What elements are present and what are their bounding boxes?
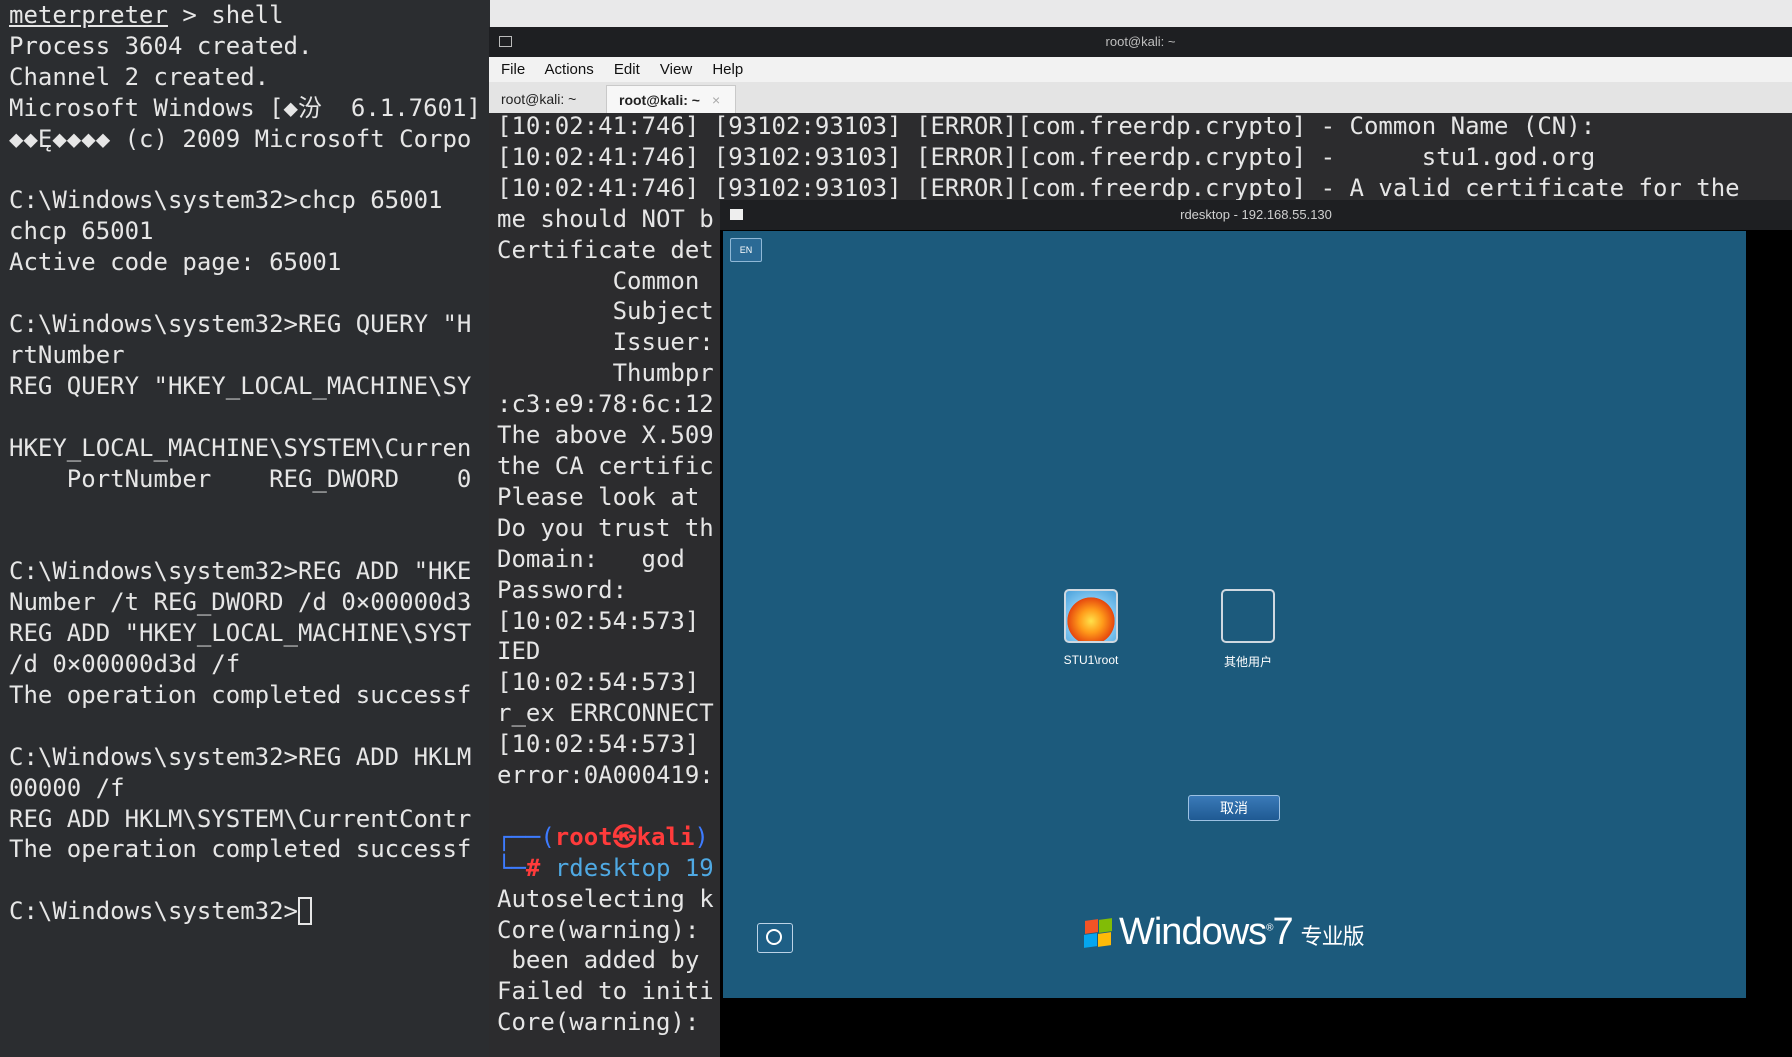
background-browser-strip — [380, 0, 1792, 28]
shell-line: chcp 65001 — [9, 217, 154, 246]
rdesktop-window[interactable]: rdesktop - 192.168.55.130 EN STU1\root 其… — [720, 200, 1792, 1057]
windows-logon-screen: EN STU1\root 其他用户 取消 Windows®7 专业版 — [723, 231, 1746, 998]
terminal-line: [10:02:41:746] [93102:93103] [ERROR][com… — [497, 112, 1596, 140]
shell-line: REG QUERY "HKEY_LOCAL_MACHINE\SY — [9, 371, 472, 400]
shell-line: C:\Windows\system32>REG ADD "HKE — [9, 557, 472, 586]
cursor — [297, 897, 312, 926]
brand-version: 7 — [1272, 911, 1294, 953]
shell-line: HKEY_LOCAL_MACHINE\SYSTEM\Curren — [9, 433, 472, 462]
shell-line: C:\Windows\system32>REG ADD HKLM — [9, 742, 472, 771]
shell-line: Microsoft Windows [◆汾 6.1.7601] — [9, 93, 481, 122]
shell-line: ◆◆Ę◆◆◆◆ (c) 2009 Microsoft Corpo — [9, 124, 472, 153]
shell-line: REG ADD "HKEY_LOCAL_MACHINE\SYST — [9, 619, 472, 648]
tab-label: root@kali: ~ — [501, 91, 577, 107]
tab-label: root@kali: ~ — [619, 92, 700, 108]
menu-edit[interactable]: Edit — [614, 61, 640, 78]
windows-flag-icon — [1083, 918, 1113, 948]
terminal-window-icon — [499, 36, 512, 47]
shell-line: Number /t REG_DWORD /d 0×00000d3 — [9, 588, 472, 617]
user-name: STU1\root — [1063, 653, 1119, 667]
shell-line: 00000 /f — [9, 773, 125, 802]
terminal-line: [10:02:41:746] [93102:93103] [ERROR][com… — [497, 142, 1596, 171]
flower-avatar-icon — [1064, 589, 1118, 643]
shell-line: REG ADD HKLM\SYSTEM\CurrentContr — [9, 804, 472, 833]
shell-line: The operation completed successf — [9, 680, 472, 709]
shell-output: meterpreter > shell Process 3604 created.… — [9, 0, 481, 927]
shell-line: Channel 2 created. — [9, 62, 270, 91]
menu-file[interactable]: File — [501, 61, 525, 78]
user-name: 其他用户 — [1223, 655, 1272, 669]
user-tile-other-user[interactable]: 其他用户 — [1213, 589, 1283, 670]
shell-line: meterpreter > shell — [9, 1, 284, 29]
shell-line: C:\Windows\system32>REG QUERY "H — [9, 310, 472, 339]
tab-close-icon[interactable]: × — [712, 92, 720, 108]
rdesktop-title-bar[interactable]: rdesktop - 192.168.55.130 — [720, 200, 1792, 230]
kali-menu-bar: File Actions Edit View Help — [489, 57, 1792, 82]
shell-line: rtNumber — [9, 340, 125, 369]
shell-line: PortNumber REG_DWORD 0 — [9, 464, 472, 493]
menu-actions[interactable]: Actions — [545, 61, 594, 78]
brand-edition: 专业版 — [1300, 924, 1365, 949]
accessibility-icon — [766, 929, 782, 945]
rdesktop-window-title: rdesktop - 192.168.55.130 — [1180, 207, 1332, 222]
tab-terminal-1[interactable]: root@kali: ~ — [489, 85, 613, 113]
meterpreter-shell-terminal[interactable]: meterpreter > shell Process 3604 created.… — [0, 0, 490, 1057]
shell-line: C:\Windows\system32>chcp 65001 — [9, 186, 443, 215]
meterpreter-prompt: meterpreter — [9, 1, 168, 29]
menu-help[interactable]: Help — [712, 61, 743, 78]
windows-7-logo: Windows®7 专业版 — [1083, 911, 1365, 954]
shell-line: /d 0×00000d3d /f — [9, 650, 241, 679]
cancel-button[interactable]: 取消 — [1188, 795, 1280, 821]
kali-tab-bar: root@kali: ~ root@kali: ~ × — [489, 82, 1792, 114]
user-tile-stu1-root[interactable]: STU1\root — [1056, 589, 1126, 667]
shell-line: Active code page: 65001 — [9, 248, 342, 277]
shell-line: C:\Windows\system32> — [9, 896, 481, 927]
language-indicator[interactable]: EN — [730, 238, 762, 262]
shell-line: The operation completed successf — [9, 835, 472, 864]
window-icon — [730, 209, 743, 220]
blank-avatar-icon — [1221, 589, 1275, 643]
tab-terminal-2[interactable]: root@kali: ~ × — [606, 85, 736, 114]
menu-view[interactable]: View — [660, 61, 692, 78]
shell-line: Process 3604 created. — [9, 31, 313, 60]
kali-window-title: root@kali: ~ — [1105, 34, 1176, 49]
brand-name: Windows — [1119, 911, 1267, 953]
kali-title-bar[interactable]: root@kali: ~ — [489, 27, 1792, 57]
ease-of-access-button[interactable] — [757, 923, 793, 953]
